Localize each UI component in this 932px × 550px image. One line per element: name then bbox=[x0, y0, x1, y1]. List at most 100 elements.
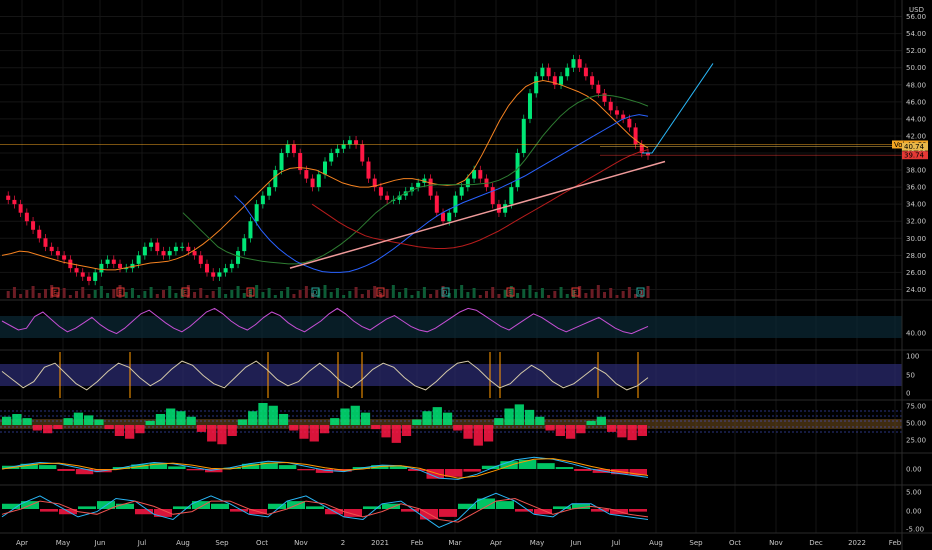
candle-body bbox=[142, 246, 147, 256]
volume-bar bbox=[404, 288, 408, 298]
candle-body bbox=[565, 67, 570, 77]
volume-bar bbox=[435, 290, 439, 298]
volume-bar bbox=[137, 295, 141, 298]
momentum-bar bbox=[463, 425, 473, 439]
y-tick-label: 50.00 bbox=[906, 420, 926, 428]
momentum-bar bbox=[586, 420, 596, 425]
x-tick-label: Apr bbox=[16, 539, 28, 547]
candle-body bbox=[173, 246, 178, 252]
candle-body bbox=[546, 67, 551, 77]
candle-body bbox=[279, 153, 284, 171]
candle-body bbox=[521, 118, 526, 153]
volume-bar bbox=[373, 286, 377, 298]
momentum-bar bbox=[350, 405, 360, 425]
event-marker-label: E bbox=[378, 290, 382, 297]
momentum-bar bbox=[401, 425, 412, 436]
volume-bar bbox=[360, 294, 364, 298]
momentum-bar bbox=[381, 425, 391, 438]
candle-body bbox=[459, 187, 464, 196]
candle-body bbox=[608, 101, 613, 111]
momentum-bar bbox=[94, 419, 104, 425]
volume-bar bbox=[236, 286, 240, 298]
momentum-bar bbox=[330, 418, 340, 425]
momentum-bar bbox=[340, 408, 350, 425]
y-tick-label: 32.00 bbox=[906, 218, 926, 226]
macd-histogram-bar bbox=[297, 469, 315, 471]
macd-histogram-bar bbox=[555, 467, 574, 469]
candle-body bbox=[316, 174, 321, 188]
candle-body bbox=[167, 251, 172, 256]
y-tick-label: 44.00 bbox=[906, 115, 926, 123]
momentum-bar bbox=[576, 425, 586, 434]
stock-chart[interactable]: E E E E D E D E E D 56.00 54.00 52.00 50.00 48.00 46.0… bbox=[0, 0, 932, 550]
volume-bar bbox=[540, 288, 544, 298]
y-tick-label: 24.00 bbox=[906, 286, 926, 294]
candle-body bbox=[583, 67, 588, 77]
momentum-bar bbox=[473, 425, 483, 446]
momentum-bar bbox=[125, 425, 135, 439]
momentum-bar bbox=[494, 418, 504, 425]
oscillator-bar bbox=[591, 509, 609, 512]
volume-bar bbox=[497, 294, 501, 298]
candle-body bbox=[360, 144, 365, 162]
y-tick-label: 25.00 bbox=[906, 437, 926, 445]
volume-bar bbox=[81, 287, 85, 298]
momentum-bar bbox=[524, 409, 535, 425]
volume-bar bbox=[112, 289, 116, 298]
y-tick-label: -5.00 bbox=[906, 526, 924, 534]
volume-bar bbox=[242, 293, 246, 298]
y-tick-label: 5.00 bbox=[906, 489, 922, 497]
candle-body bbox=[254, 204, 259, 222]
event-marker-label: D bbox=[313, 290, 318, 297]
volume-bar bbox=[516, 293, 520, 298]
momentum-bar bbox=[53, 425, 63, 430]
candle-body bbox=[236, 251, 241, 264]
candle-body bbox=[180, 246, 185, 248]
momentum-bar bbox=[12, 414, 22, 425]
momentum-bar bbox=[535, 416, 545, 425]
candle-body bbox=[49, 246, 54, 252]
candle-body bbox=[416, 182, 421, 188]
volume-bar bbox=[584, 293, 588, 298]
x-tick-label: Sep bbox=[215, 539, 229, 547]
candle-body bbox=[43, 238, 48, 247]
x-tick-label: May bbox=[56, 539, 70, 547]
candle-body bbox=[509, 187, 514, 205]
volume-bar bbox=[472, 288, 476, 298]
momentum-bar bbox=[104, 425, 114, 430]
y-tick-label: 0.00 bbox=[906, 466, 922, 474]
momentum-bar bbox=[504, 408, 514, 425]
momentum-bar bbox=[637, 425, 647, 436]
candle-body bbox=[37, 229, 42, 239]
momentum-bar bbox=[596, 416, 606, 425]
momentum-bar bbox=[545, 425, 555, 431]
candle-body bbox=[86, 276, 91, 281]
volume-bar bbox=[162, 290, 165, 298]
oscillator-bar bbox=[211, 503, 229, 509]
candle-body bbox=[198, 255, 203, 264]
y-tick-label: 50.00 bbox=[906, 64, 926, 72]
candle-body bbox=[111, 259, 116, 264]
momentum-bar bbox=[207, 425, 217, 442]
volume-bar bbox=[627, 287, 631, 298]
candle-body bbox=[285, 144, 290, 153]
volume-bar bbox=[323, 285, 327, 298]
y-tick-label: 42.00 bbox=[906, 132, 926, 140]
volume-bar bbox=[553, 291, 557, 298]
volume-bar bbox=[87, 294, 91, 298]
volume-bar bbox=[304, 286, 308, 298]
y-tick-label: 28.00 bbox=[906, 252, 926, 260]
volume-bar bbox=[75, 291, 79, 298]
momentum-bar bbox=[258, 403, 268, 425]
candle-body bbox=[80, 272, 85, 277]
candle-body bbox=[490, 187, 495, 205]
candle-body bbox=[18, 204, 23, 213]
momentum-bar bbox=[176, 411, 186, 425]
candle-body bbox=[12, 199, 17, 205]
momentum-bar bbox=[309, 425, 319, 442]
candle-body bbox=[24, 212, 29, 222]
volume-bar bbox=[528, 285, 532, 298]
candle-body bbox=[335, 148, 340, 153]
candle-body bbox=[323, 161, 327, 175]
volume-bar bbox=[603, 292, 607, 298]
